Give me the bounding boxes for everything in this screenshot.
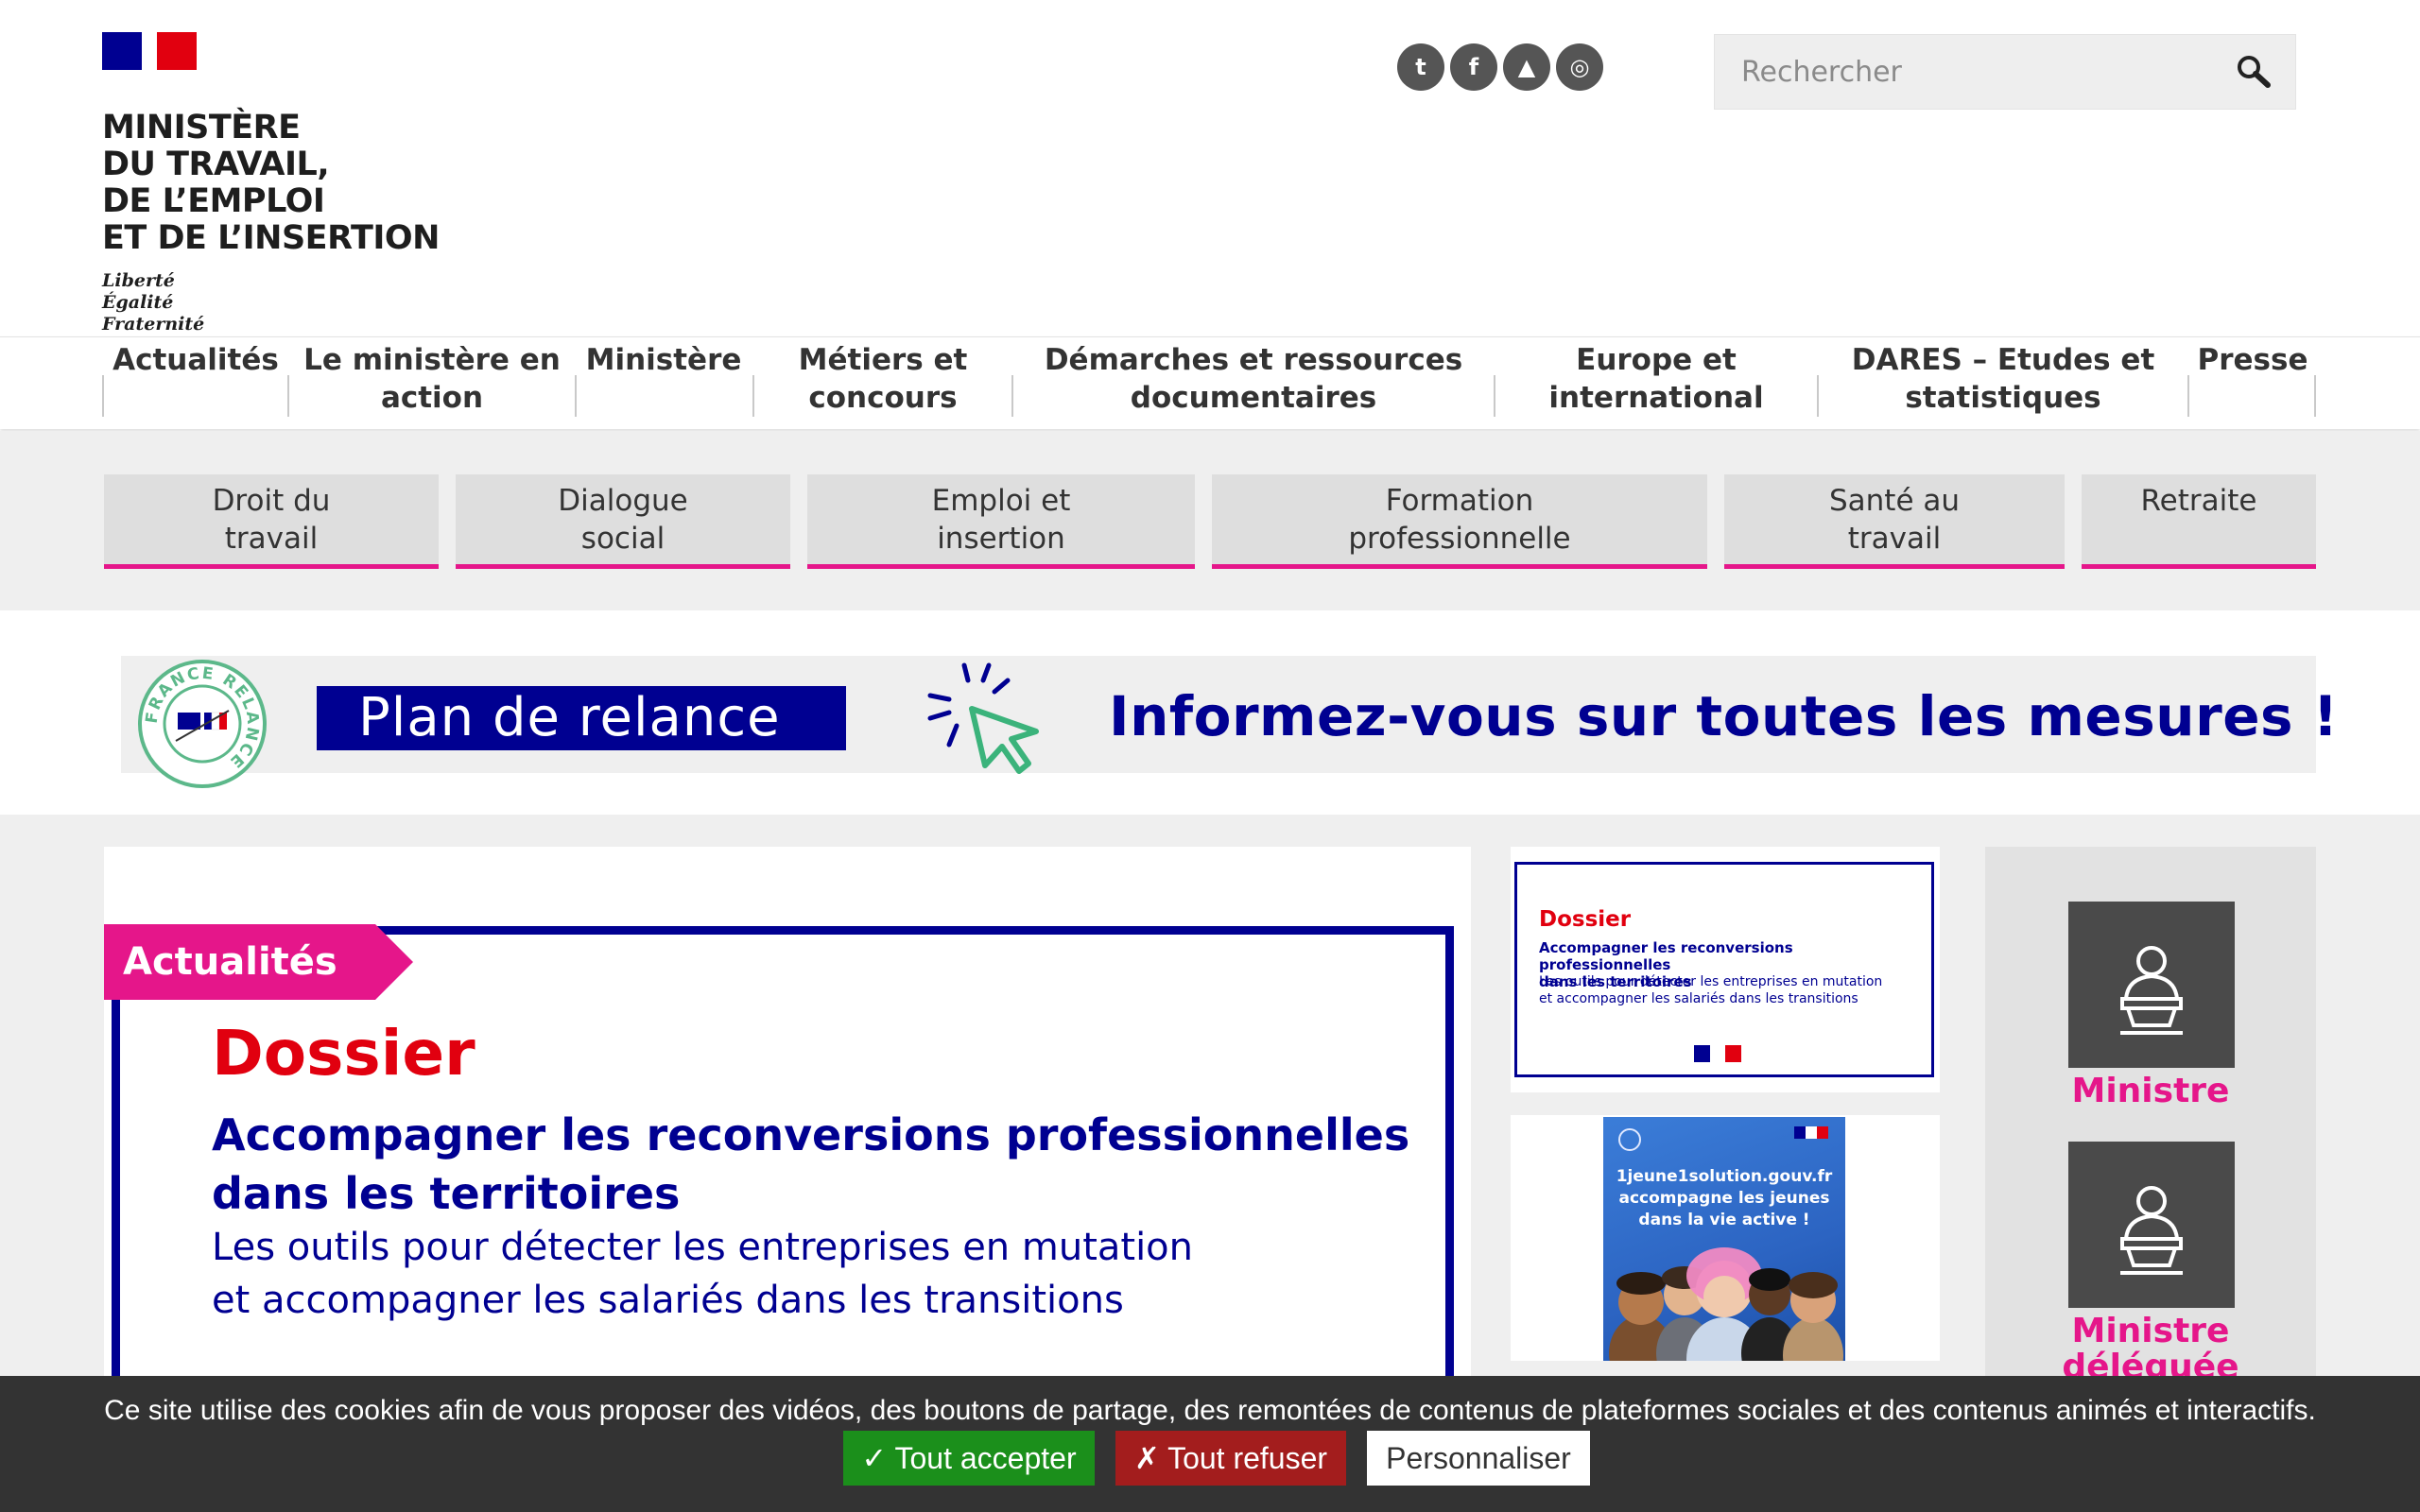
nav-ministere[interactable]: Ministère [577, 337, 751, 430]
dossier-heading: Accompagner les reconversions profession… [212, 1109, 1410, 1219]
customize-button[interactable]: Personnaliser [1367, 1431, 1590, 1486]
theme-emploi-insertion[interactable]: Emploi et insertion [807, 474, 1195, 569]
search-box [1714, 34, 2296, 110]
theme-retraite[interactable]: Retraite [2082, 474, 2316, 569]
dailymotion-icon[interactable]: ▲ [1503, 43, 1550, 91]
nav-demarches-ressources[interactable]: Démarches et ressources documentaires [1013, 337, 1494, 430]
nav-actualites[interactable]: Actualités [106, 337, 285, 430]
plan-de-relance-banner[interactable]: FRANCE RELANCE Plan de relance Informez-… [121, 656, 2338, 788]
facebook-icon[interactable]: f [1450, 43, 1497, 91]
nav-dares[interactable]: DARES – Etudes et statistiques [1819, 337, 2187, 430]
jeune-solution-card[interactable]: 1jeune1solution.gouv.fr accompagne les j… [1511, 1115, 1940, 1361]
click-cursor-icon [925, 660, 1047, 782]
nav-ministere-en-action[interactable]: Le ministère en action [289, 337, 575, 430]
dossier-card-title: Dossier [1539, 907, 1632, 932]
theme-dialogue-social[interactable]: Dialogue social [456, 474, 790, 569]
dossier-title: Dossier [212, 1017, 475, 1090]
plan-de-relance-label: Plan de relance [317, 686, 846, 750]
dossier-card-subheading: Les outils pour détecter les entreprises… [1539, 974, 1883, 1006]
young-people-illustration [1609, 1247, 1843, 1361]
ministre-label[interactable]: Ministre [1985, 1074, 2316, 1109]
twitter-icon[interactable]: t [1397, 43, 1444, 91]
rss-icon[interactable]: ◎ [1556, 43, 1603, 91]
cookie-message: Ce site utilise des cookies afin de vous… [104, 1395, 2316, 1426]
main-navigation: Actualités Le ministère en action Minist… [0, 336, 2420, 429]
france-relance-seal: FRANCE RELANCE [136, 658, 268, 790]
republic-motto: Liberté Égalité Fraternité [102, 270, 205, 335]
minister-podium-icon[interactable] [2068, 902, 2235, 1068]
marianne-flag-icon [102, 32, 197, 70]
site-header: MINISTÈRE DU TRAVAIL, DE L’EMPLOI ET DE … [0, 0, 2420, 336]
marianne-flag-icon [1694, 1045, 1742, 1062]
ministry-logo[interactable]: MINISTÈRE DU TRAVAIL, DE L’EMPLOI ET DE … [102, 32, 461, 335]
nav-presse[interactable]: Presse [2189, 337, 2316, 430]
actualites-tag: Actualités [104, 924, 413, 1000]
refuse-all-button[interactable]: ✗ Tout refuser [1115, 1431, 1346, 1486]
nav-metiers-concours[interactable]: Métiers et concours [754, 337, 1011, 430]
theme-navigation: Droit du travail Dialogue social Emploi … [0, 431, 2420, 610]
theme-sante-au-travail[interactable]: Santé au travail [1724, 474, 2065, 569]
ministry-name: MINISTÈRE DU TRAVAIL, DE L’EMPLOI ET DE … [102, 109, 440, 257]
dossier-card[interactable]: Dossier Accompagner les reconversions pr… [1511, 847, 1940, 1092]
theme-formation-professionnelle[interactable]: Formation professionnelle [1212, 474, 1707, 569]
minister-podium-icon[interactable] [2068, 1142, 2235, 1308]
dossier-subheading: Les outils pour détecter les entreprises… [212, 1226, 1194, 1322]
banner-headline: Informez-vous sur toutes les mesures ! [1109, 684, 2339, 748]
nav-europe-international[interactable]: Europe et international [1495, 337, 1817, 430]
accept-all-button[interactable]: ✓ Tout accepter [843, 1431, 1095, 1486]
cookie-banner: Ce site utilise des cookies afin de vous… [0, 1376, 2420, 1512]
banner-section: FRANCE RELANCE Plan de relance Informez-… [0, 610, 2420, 815]
social-links: t f ▲ ◎ [1397, 43, 1603, 91]
search-icon[interactable] [2225, 43, 2282, 100]
theme-droit-du-travail[interactable]: Droit du travail [104, 474, 439, 569]
ministre-deleguee-label[interactable]: Ministre déléguée [1985, 1314, 2316, 1385]
jeune-solution-visual: 1jeune1solution.gouv.fr accompagne les j… [1603, 1117, 1845, 1361]
search-input[interactable] [1715, 35, 2225, 109]
